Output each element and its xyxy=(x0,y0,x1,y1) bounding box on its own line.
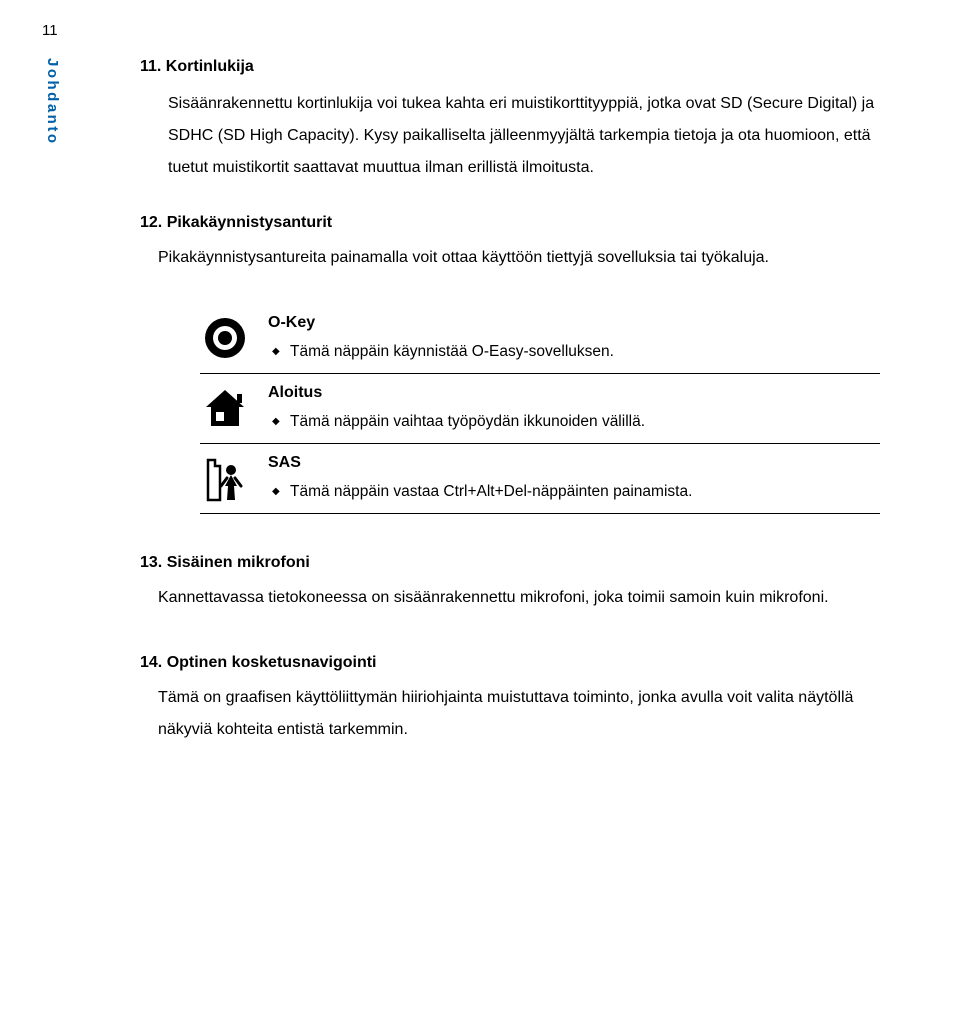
section-11-body: Sisäänrakennettu kortinlukija voi tukea … xyxy=(168,88,910,184)
section-12-title: 12. Pikakäynnistysanturit xyxy=(140,214,910,232)
section-13: 13. Sisäinen mikrofoni Kannettavassa tie… xyxy=(140,554,910,614)
side-tab-label: Johdanto xyxy=(44,58,61,146)
sas-icon xyxy=(200,454,250,502)
page-number: 11 xyxy=(42,22,58,39)
home-icon xyxy=(200,384,250,430)
document-content: 11. Kortinlukija Sisäänrakennettu kortin… xyxy=(140,58,910,776)
sas-desc: Tämä näppäin vastaa Ctrl+Alt+Del-näppäin… xyxy=(268,478,880,506)
home-title: Aloitus xyxy=(268,384,880,402)
key-row-sas: SAS Tämä näppäin vastaa Ctrl+Alt+Del-näp… xyxy=(200,444,880,514)
okey-icon xyxy=(200,314,250,360)
sas-title: SAS xyxy=(268,454,880,472)
key-row-home: Aloitus Tämä näppäin vaihtaa työpöydän i… xyxy=(200,374,880,444)
section-12-body: Pikakäynnistysantureita painamalla voit … xyxy=(158,242,910,274)
section-12: 12. Pikakäynnistysanturit Pikakäynnistys… xyxy=(140,214,910,274)
section-14-body: Tämä on graafisen käyttöliittymän hiirio… xyxy=(158,682,910,746)
section-14: 14. Optinen kosketusnavigointi Tämä on g… xyxy=(140,654,910,746)
section-11: 11. Kortinlukija Sisäänrakennettu kortin… xyxy=(140,58,910,184)
key-row-okey: O-Key Tämä näppäin käynnistää O-Easy-sov… xyxy=(200,304,880,374)
home-desc: Tämä näppäin vaihtaa työpöydän ikkunoide… xyxy=(268,408,880,436)
section-11-title: 11. Kortinlukija xyxy=(140,58,910,76)
section-14-title: 14. Optinen kosketusnavigointi xyxy=(140,654,910,672)
section-13-title: 13. Sisäinen mikrofoni xyxy=(140,554,910,572)
section-13-body: Kannettavassa tietokoneessa on sisäänrak… xyxy=(158,582,910,614)
okey-desc: Tämä näppäin käynnistää O-Easy-sovelluks… xyxy=(268,338,880,366)
quick-launch-table: O-Key Tämä näppäin käynnistää O-Easy-sov… xyxy=(200,304,880,514)
okey-title: O-Key xyxy=(268,314,880,332)
